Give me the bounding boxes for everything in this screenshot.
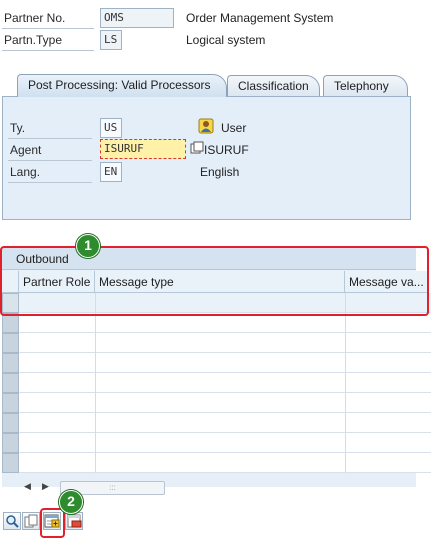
table-row[interactable] <box>19 393 431 413</box>
table-row[interactable] <box>19 413 431 433</box>
row-selector[interactable] <box>2 373 19 393</box>
tab-telephony[interactable]: Telephony <box>323 75 408 97</box>
row-selector[interactable] <box>2 433 19 453</box>
table-row[interactable] <box>19 433 431 453</box>
delete-icon <box>67 514 82 528</box>
scroll-right-icon[interactable]: ▶ <box>42 481 49 492</box>
type-field[interactable]: US <box>100 118 122 138</box>
delete-button[interactable] <box>65 512 83 530</box>
type-description: User <box>221 121 247 135</box>
column-divider <box>345 293 346 473</box>
table-row[interactable] <box>19 453 431 473</box>
annotation-badge-2: 2 <box>59 490 83 514</box>
tab-post-processing[interactable]: Post Processing: Valid Processors <box>17 74 227 97</box>
tab-classification[interactable]: Classification <box>227 75 320 97</box>
row-selector[interactable] <box>2 453 19 473</box>
horizontal-scrollbar[interactable]: ◀ ▶ ::: <box>20 480 165 496</box>
user-icon <box>198 118 214 134</box>
search-help-icon[interactable] <box>190 141 204 155</box>
lang-field[interactable]: EN <box>100 162 122 182</box>
annotation-badge-1: 1 <box>76 234 100 258</box>
partner-no-description: Order Management System <box>186 11 334 25</box>
agent-description: ISURUF <box>204 143 249 157</box>
row-selector[interactable] <box>2 333 19 353</box>
create-button-highlight-frame <box>40 508 65 538</box>
row-selector[interactable] <box>2 393 19 413</box>
zoom-icon <box>6 515 19 528</box>
agent-label: Agent <box>10 143 42 157</box>
row-selector[interactable] <box>2 353 19 373</box>
table-row[interactable] <box>19 373 431 393</box>
scroll-left-icon[interactable]: ◀ <box>24 481 31 492</box>
lang-label: Lang. <box>10 165 41 179</box>
details-button[interactable] <box>3 512 21 530</box>
lang-description: English <box>200 165 240 179</box>
outbound-highlight-frame <box>0 246 429 316</box>
copy-icon <box>24 514 38 528</box>
table-row[interactable] <box>19 353 431 373</box>
partner-type-label: Partn.Type <box>4 33 63 47</box>
type-label: Ty. <box>10 121 26 135</box>
partner-type-field[interactable]: LS <box>100 30 122 50</box>
agent-field[interactable]: ISURUF <box>100 139 186 159</box>
copy-button[interactable] <box>22 512 40 530</box>
partner-no-field[interactable]: OMS <box>100 8 174 28</box>
partner-type-description: Logical system <box>186 33 266 47</box>
partner-no-label: Partner No. <box>4 11 66 25</box>
row-selector[interactable] <box>2 413 19 433</box>
column-divider <box>95 293 96 473</box>
table-row[interactable] <box>19 313 431 333</box>
row-selector[interactable] <box>2 313 19 333</box>
table-row[interactable] <box>19 333 431 353</box>
